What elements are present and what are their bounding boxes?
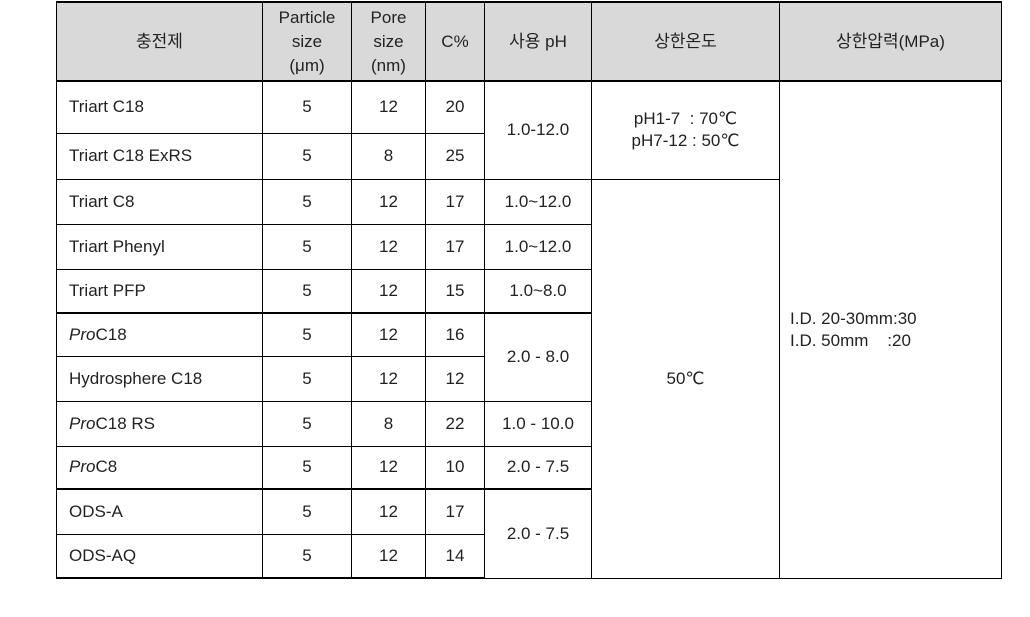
header-particle-line: (μm)	[289, 55, 325, 75]
carbon-cell: 17	[425, 178, 485, 225]
particle-size-cell: 5	[262, 268, 352, 314]
carbon-cell: 17	[425, 223, 485, 270]
carbon-cell: 17	[425, 488, 485, 535]
particle-size-cell: 5	[262, 132, 352, 180]
particle-size-cell: 5	[262, 533, 352, 579]
particle-size-cell: 5	[262, 488, 352, 535]
carbon-cell: 25	[425, 132, 485, 180]
packing-name: ODS-AQ	[56, 533, 263, 579]
carbon-cell: 14	[425, 533, 485, 579]
header-particle-size: Particle size (μm)	[262, 1, 352, 82]
carbon-cell: 22	[425, 400, 485, 447]
pressure-line: I.D. 50mm :20	[790, 330, 911, 350]
packing-name: ProC8	[56, 445, 263, 490]
carbon-cell: 12	[425, 355, 485, 402]
particle-size-cell: 5	[262, 355, 352, 402]
carbon-cell: 20	[425, 80, 485, 134]
packing-name: Triart PFP	[56, 268, 263, 314]
ph-cell: 1.0-12.0	[484, 80, 592, 180]
pore-size-cell: 12	[351, 445, 426, 490]
header-pore-line: size	[373, 31, 404, 51]
particle-size-cell: 5	[262, 312, 352, 357]
header-pore-line: (nm)	[371, 55, 406, 75]
carbon-cell: 16	[425, 312, 485, 357]
pore-size-cell: 12	[351, 312, 426, 357]
particle-size-cell: 5	[262, 445, 352, 490]
temperature-cell: 50℃	[591, 178, 780, 579]
pore-size-cell: 8	[351, 132, 426, 180]
table-row: Triart C18 5 12 20 1.0-12.0 pH1-7 : 70℃ …	[56, 80, 1002, 579]
packing-name: Triart Phenyl	[56, 223, 263, 270]
header-pressure: 상한압력(MPa)	[779, 1, 1002, 82]
pore-size-cell: 12	[351, 178, 426, 225]
packing-name: Triart C8	[56, 178, 263, 225]
temperature-line: pH1-7 : 70℃	[633, 109, 738, 129]
header-row: 충전제 Particle size (μm) Pore size (nm) C%…	[56, 1, 1002, 82]
packing-name: ProC18 RS	[56, 400, 263, 447]
particle-size-cell: 5	[262, 400, 352, 447]
ph-cell: 1.0 - 10.0	[484, 400, 592, 447]
column-spec-table: 충전제 Particle size (μm) Pore size (nm) C%…	[56, 1, 1002, 579]
packing-name: Triart C18	[56, 80, 263, 134]
header-particle-line: Particle	[278, 7, 336, 27]
temperature-line: pH7-12 : 50℃	[631, 131, 740, 151]
ph-cell: 1.0~8.0	[484, 268, 592, 314]
particle-size-cell: 5	[262, 223, 352, 270]
header-temperature: 상한온도	[591, 1, 780, 82]
ph-cell: 1.0~12.0	[484, 178, 592, 225]
header-particle-line: size	[291, 31, 323, 51]
header-pore-size: Pore size (nm)	[351, 1, 426, 82]
ph-cell: 2.0 - 7.5	[484, 445, 592, 490]
ph-cell: 2.0 - 7.5	[484, 488, 592, 579]
pore-size-cell: 12	[351, 488, 426, 535]
pore-size-cell: 12	[351, 268, 426, 314]
carbon-cell: 10	[425, 445, 485, 490]
temperature-cell: pH1-7 : 70℃ pH7-12 : 50℃	[591, 80, 780, 180]
pore-size-cell: 12	[351, 355, 426, 402]
header-ph: 사용 pH	[484, 1, 592, 82]
pore-size-cell: 12	[351, 223, 426, 270]
header-packing: 충전제	[56, 1, 263, 82]
pore-size-cell: 8	[351, 400, 426, 447]
header-pore-line: Pore	[370, 7, 407, 27]
pore-size-cell: 12	[351, 80, 426, 134]
packing-name: Hydrosphere C18	[56, 355, 263, 402]
ph-cell: 1.0~12.0	[484, 223, 592, 270]
particle-size-cell: 5	[262, 80, 352, 134]
ph-cell: 2.0 - 8.0	[484, 312, 592, 402]
packing-name: ProC18	[56, 312, 263, 357]
pressure-line: I.D. 20-30mm:30	[790, 308, 917, 328]
pore-size-cell: 12	[351, 533, 426, 579]
pressure-cell: I.D. 20-30mm:30 I.D. 50mm :20	[779, 80, 1002, 579]
header-carbon: C%	[425, 1, 485, 82]
particle-size-cell: 5	[262, 178, 352, 225]
packing-name: ODS-A	[56, 488, 263, 535]
packing-name: Triart C18 ExRS	[56, 132, 263, 180]
carbon-cell: 15	[425, 268, 485, 314]
